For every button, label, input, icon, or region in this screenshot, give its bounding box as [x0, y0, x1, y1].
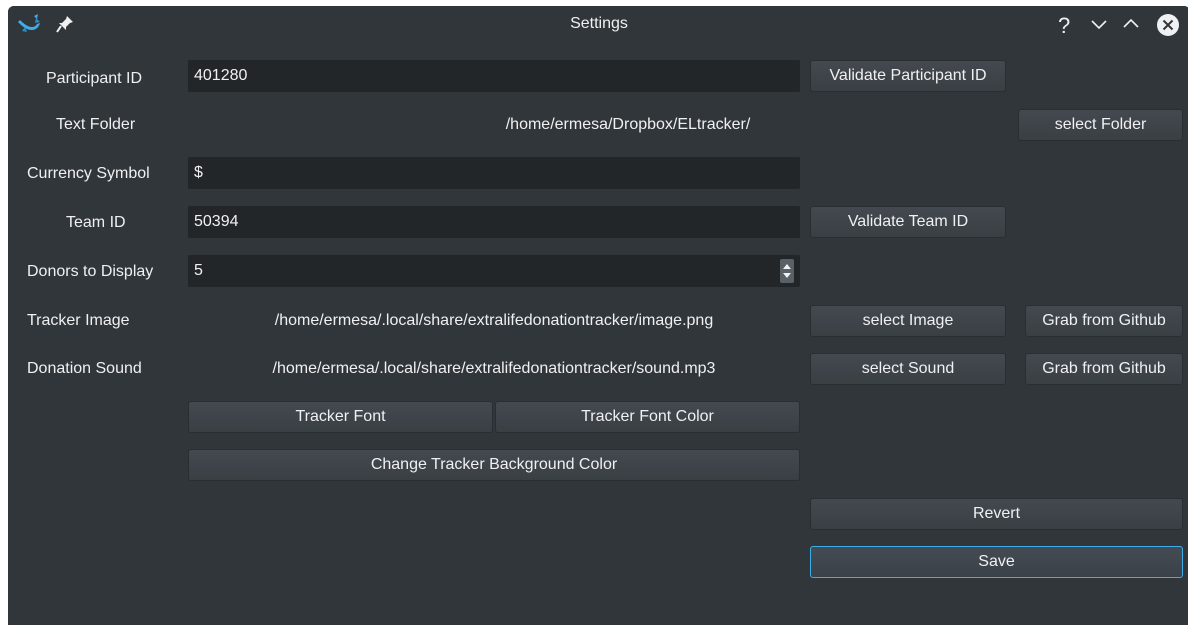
chevron-down-icon[interactable] — [1090, 17, 1108, 36]
donation-sound-path: /home/ermesa/.local/share/extralifedonat… — [272, 360, 716, 377]
text-folder-path: /home/ermesa/Dropbox/ELtracker/ — [505, 116, 751, 133]
title-bar[interactable]: Settings ? — [8, 6, 1188, 42]
select-image-button[interactable]: select Image — [810, 305, 1006, 337]
participant-id-input[interactable] — [188, 60, 800, 92]
tracker-image-path: /home/ermesa/.local/share/extralifedonat… — [274, 312, 714, 329]
team-id-input[interactable] — [188, 206, 800, 238]
text-folder-label: Text Folder — [56, 116, 136, 133]
revert-button[interactable]: Revert — [810, 498, 1183, 530]
donors-to-display-spinbox[interactable] — [188, 255, 800, 287]
donation-sound-label: Donation Sound — [27, 360, 142, 377]
select-sound-button[interactable]: select Sound — [810, 353, 1006, 385]
tracker-image-label: Tracker Image — [27, 312, 130, 329]
select-folder-button[interactable]: select Folder — [1018, 109, 1183, 141]
currency-symbol-label: Currency Symbol — [27, 165, 150, 182]
donors-to-display-label: Donors to Display — [27, 263, 154, 280]
window-title: Settings — [570, 15, 628, 32]
change-tracker-background-color-button[interactable]: Change Tracker Background Color — [188, 449, 800, 481]
spinbox-arrows-icon[interactable] — [780, 259, 794, 283]
currency-symbol-input[interactable] — [188, 157, 800, 189]
settings-window: Settings ? Participant ID Validate Parti… — [8, 6, 1188, 625]
chevron-up-icon[interactable] — [1122, 16, 1140, 35]
tracker-font-color-button[interactable]: Tracker Font Color — [495, 401, 800, 433]
help-icon[interactable]: ? — [1058, 13, 1070, 39]
team-id-label: Team ID — [66, 214, 126, 231]
grab-image-from-github-button[interactable]: Grab from Github — [1025, 305, 1183, 337]
participant-id-label: Participant ID — [46, 70, 143, 87]
grab-sound-from-github-button[interactable]: Grab from Github — [1025, 353, 1183, 385]
close-icon[interactable] — [1156, 13, 1180, 42]
save-button[interactable]: Save — [810, 546, 1183, 578]
validate-participant-id-button[interactable]: Validate Participant ID — [810, 60, 1006, 92]
validate-team-id-button[interactable]: Validate Team ID — [810, 206, 1006, 238]
tracker-font-button[interactable]: Tracker Font — [188, 401, 493, 433]
